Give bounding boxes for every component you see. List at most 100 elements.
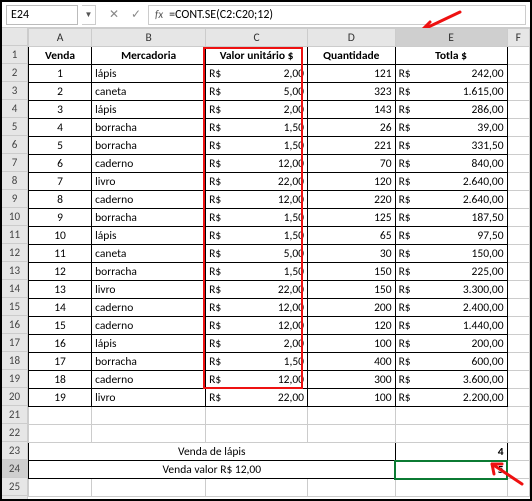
cell-total[interactable]: R$242,00	[395, 65, 507, 83]
cell-total[interactable]: R$2.200,00	[395, 389, 507, 407]
cell-qtd[interactable]: 30	[308, 245, 396, 263]
row-header-21[interactable]: 21	[2, 406, 27, 424]
cell[interactable]	[395, 479, 507, 497]
row-header-25[interactable]: 25	[2, 478, 27, 496]
cancel-icon[interactable]: ✕	[106, 7, 122, 23]
cell-mercadoria[interactable]: lápis	[92, 101, 206, 119]
cell-mercadoria[interactable]: caneta	[92, 83, 206, 101]
cell-mercadoria[interactable]: caneta	[92, 245, 206, 263]
cell-valor[interactable]: R$1,50	[206, 119, 308, 137]
col-header-B[interactable]: B	[92, 29, 206, 47]
col-header-A[interactable]: A	[29, 29, 92, 47]
row-header-8[interactable]: 8	[2, 172, 27, 190]
cell-venda[interactable]: 16	[29, 335, 92, 353]
cell-valor[interactable]: R$12,00	[206, 371, 308, 389]
col-header-E[interactable]: E	[395, 29, 507, 47]
cell-qtd[interactable]: 121	[308, 65, 396, 83]
cell-mercadoria[interactable]: borracha	[92, 119, 206, 137]
cell[interactable]	[507, 281, 529, 299]
cell-mercadoria[interactable]: borracha	[92, 263, 206, 281]
row-header-14[interactable]: 14	[2, 280, 27, 298]
cell[interactable]	[308, 407, 396, 425]
cell-venda[interactable]: 4	[29, 119, 92, 137]
cell[interactable]	[507, 389, 529, 407]
cell-total[interactable]: R$331,50	[395, 137, 507, 155]
cell-venda[interactable]: 17	[29, 353, 92, 371]
cell[interactable]	[507, 227, 529, 245]
cell-venda[interactable]: 2	[29, 83, 92, 101]
cell[interactable]	[29, 479, 92, 497]
summary-value[interactable]: 5	[395, 461, 507, 479]
row-header-5[interactable]: 5	[2, 118, 27, 136]
cell-valor[interactable]: R$2,00	[206, 65, 308, 83]
row-header-17[interactable]: 17	[2, 334, 27, 352]
row-header-24[interactable]: 24	[2, 460, 27, 478]
cell-mercadoria[interactable]: livro	[92, 281, 206, 299]
cell-total[interactable]: R$286,00	[395, 101, 507, 119]
cell-valor[interactable]: R$1,50	[206, 263, 308, 281]
cell-qtd[interactable]: 323	[308, 83, 396, 101]
cell-valor[interactable]: R$1,50	[206, 209, 308, 227]
hdr-mercadoria[interactable]: Mercadoria	[92, 47, 206, 65]
hdr-qtd[interactable]: Quantidade	[308, 47, 396, 65]
cell-venda[interactable]: 18	[29, 371, 92, 389]
cell[interactable]	[507, 65, 529, 83]
summary-value[interactable]: 4	[395, 443, 507, 461]
cell-qtd[interactable]: 150	[308, 263, 396, 281]
cell-mercadoria[interactable]: borracha	[92, 353, 206, 371]
cell[interactable]	[507, 425, 529, 443]
row-header-13[interactable]: 13	[2, 262, 27, 280]
confirm-icon[interactable]: ✓	[128, 7, 144, 23]
cell-venda[interactable]: 13	[29, 281, 92, 299]
row-header-18[interactable]: 18	[2, 352, 27, 370]
cell[interactable]	[92, 479, 206, 497]
row-header-16[interactable]: 16	[2, 316, 27, 334]
cell[interactable]	[507, 245, 529, 263]
cell[interactable]	[92, 407, 206, 425]
cell-valor[interactable]: R$5,00	[206, 245, 308, 263]
cell-total[interactable]: R$3.300,00	[395, 281, 507, 299]
cell[interactable]	[507, 479, 529, 497]
row-header-19[interactable]: 19	[2, 370, 27, 388]
cell-valor[interactable]: R$12,00	[206, 299, 308, 317]
cell-valor[interactable]: R$5,00	[206, 83, 308, 101]
row-header-15[interactable]: 15	[2, 298, 27, 316]
cell[interactable]	[507, 335, 529, 353]
row-header-6[interactable]: 6	[2, 136, 27, 154]
row-header-1[interactable]: 1	[2, 46, 27, 64]
cell-venda[interactable]: 10	[29, 227, 92, 245]
cell-qtd[interactable]: 120	[308, 173, 396, 191]
cell[interactable]	[507, 407, 529, 425]
cell[interactable]	[308, 425, 396, 443]
cell-mercadoria[interactable]: lápis	[92, 65, 206, 83]
col-header-D[interactable]: D	[308, 29, 396, 47]
cell-mercadoria[interactable]: lápis	[92, 335, 206, 353]
cell[interactable]	[507, 371, 529, 389]
row-header-11[interactable]: 11	[2, 226, 27, 244]
cell-valor[interactable]: R$22,00	[206, 173, 308, 191]
cell-venda[interactable]: 6	[29, 155, 92, 173]
cell[interactable]	[507, 101, 529, 119]
col-header-C[interactable]: C	[206, 29, 308, 47]
cell[interactable]	[29, 425, 92, 443]
cell[interactable]	[507, 209, 529, 227]
cell-venda[interactable]: 12	[29, 263, 92, 281]
cell-mercadoria[interactable]: caderno	[92, 155, 206, 173]
cell[interactable]	[206, 407, 308, 425]
row-header-7[interactable]: 7	[2, 154, 27, 172]
cell-qtd[interactable]: 120	[308, 317, 396, 335]
name-box-dropdown-icon[interactable]: ▼	[82, 5, 96, 25]
cell-total[interactable]: R$600,00	[395, 353, 507, 371]
cell-venda[interactable]: 14	[29, 299, 92, 317]
cell-valor[interactable]: R$22,00	[206, 389, 308, 407]
cell-qtd[interactable]: 100	[308, 389, 396, 407]
row-header-22[interactable]: 22	[2, 424, 27, 442]
row-header-10[interactable]: 10	[2, 208, 27, 226]
cell-total[interactable]: R$1.615,00	[395, 83, 507, 101]
cell-total[interactable]: R$225,00	[395, 263, 507, 281]
cell[interactable]	[206, 479, 308, 497]
row-header-3[interactable]: 3	[2, 82, 27, 100]
cell-venda[interactable]: 8	[29, 191, 92, 209]
cell[interactable]	[507, 47, 529, 65]
row-header-2[interactable]: 2	[2, 64, 27, 82]
